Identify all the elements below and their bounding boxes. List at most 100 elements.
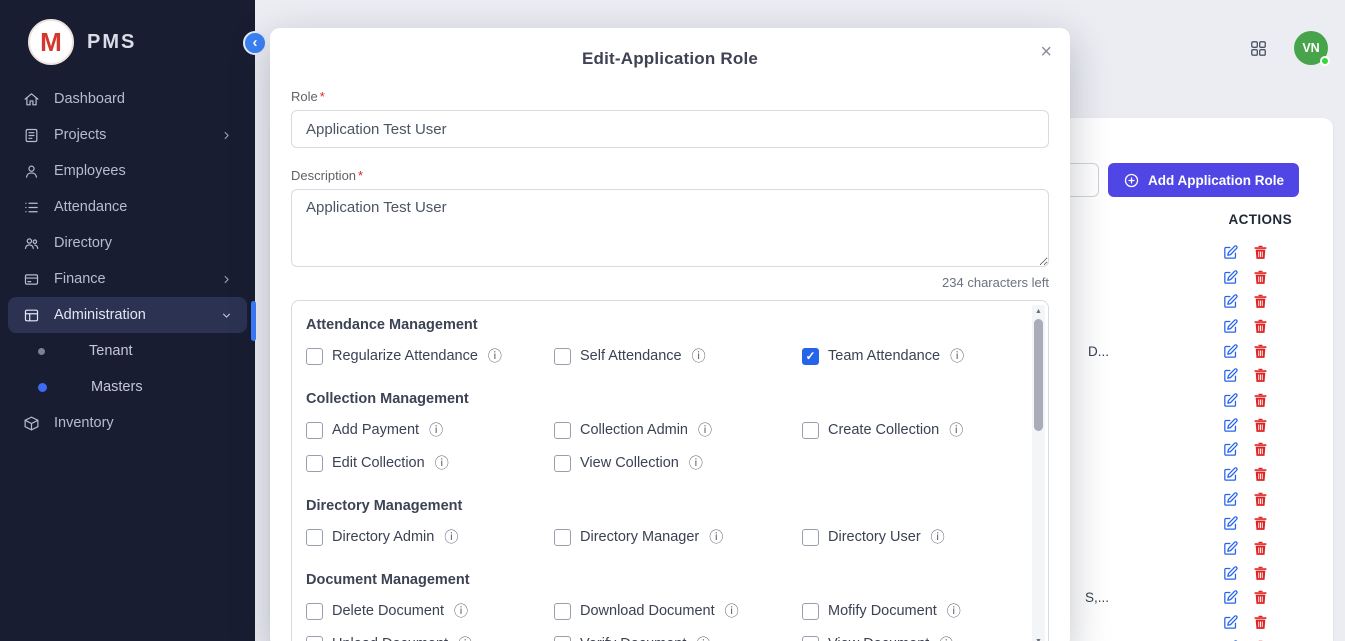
permission-option[interactable]: Mofify Documentⓘ	[802, 601, 1014, 621]
info-icon[interactable]: ⓘ	[488, 346, 502, 366]
close-icon[interactable]: ×	[1040, 42, 1052, 62]
permission-option[interactable]: View Collectionⓘ	[554, 453, 802, 473]
sidebar-subitem-tenant[interactable]: Tenant	[8, 333, 247, 369]
checkbox[interactable]	[554, 636, 571, 641]
apps-grid-icon[interactable]	[1249, 39, 1268, 58]
edit-icon[interactable]	[1222, 367, 1239, 384]
sidebar-item-finance[interactable]: Finance	[8, 261, 247, 297]
checkbox[interactable]: ✓	[802, 348, 819, 365]
delete-icon[interactable]	[1252, 244, 1269, 261]
permission-option[interactable]: Download Documentⓘ	[554, 601, 802, 621]
sidebar-item-employees[interactable]: Employees	[8, 153, 247, 189]
edit-icon[interactable]	[1222, 565, 1239, 582]
delete-icon[interactable]	[1252, 343, 1269, 360]
info-icon[interactable]: ⓘ	[435, 453, 449, 473]
scrollbar-thumb[interactable]	[1034, 319, 1043, 431]
permission-option[interactable]: Directory Userⓘ	[802, 527, 1014, 547]
permission-option[interactable]: Self Attendanceⓘ	[554, 346, 802, 366]
sidebar-collapse-button[interactable]: ‹	[243, 31, 267, 55]
edit-icon[interactable]	[1222, 417, 1239, 434]
checkbox[interactable]	[306, 348, 323, 365]
edit-icon[interactable]	[1222, 466, 1239, 483]
checkbox[interactable]	[802, 529, 819, 546]
scrollbar[interactable]: ▲ ▼	[1032, 305, 1045, 641]
delete-icon[interactable]	[1252, 392, 1269, 409]
info-icon[interactable]: ⓘ	[931, 527, 945, 547]
sidebar-item-inventory[interactable]: Inventory	[8, 405, 247, 441]
delete-icon[interactable]	[1252, 441, 1269, 458]
delete-icon[interactable]	[1252, 515, 1269, 532]
permission-option[interactable]: Create Collectionⓘ	[802, 420, 1014, 440]
user-avatar[interactable]: VN	[1294, 31, 1328, 65]
info-icon[interactable]: ⓘ	[947, 601, 961, 621]
edit-icon[interactable]	[1222, 515, 1239, 532]
permission-option[interactable]: Delete Documentⓘ	[306, 601, 554, 621]
permission-option[interactable]: Verify Documentⓘ	[554, 634, 802, 641]
edit-icon[interactable]	[1222, 589, 1239, 606]
info-icon[interactable]: ⓘ	[939, 634, 953, 641]
sidebar-item-directory[interactable]: Directory	[8, 225, 247, 261]
checkbox[interactable]	[306, 455, 323, 472]
info-icon[interactable]: ⓘ	[725, 601, 739, 621]
permission-option[interactable]: View Documentⓘ	[802, 634, 1014, 641]
delete-icon[interactable]	[1252, 367, 1269, 384]
role-input[interactable]	[291, 110, 1049, 148]
info-icon[interactable]: ⓘ	[696, 634, 710, 641]
checkbox[interactable]	[554, 422, 571, 439]
info-icon[interactable]: ⓘ	[458, 634, 472, 641]
checkbox[interactable]	[554, 603, 571, 620]
sidebar-item-attendance[interactable]: Attendance	[8, 189, 247, 225]
edit-icon[interactable]	[1222, 318, 1239, 335]
info-icon[interactable]: ⓘ	[709, 527, 723, 547]
checkbox[interactable]	[802, 422, 819, 439]
edit-icon[interactable]	[1222, 343, 1239, 360]
edit-icon[interactable]	[1222, 269, 1239, 286]
sidebar-item-administration[interactable]: Administration	[8, 297, 247, 333]
checkbox[interactable]	[306, 636, 323, 641]
edit-icon[interactable]	[1222, 614, 1239, 631]
info-icon[interactable]: ⓘ	[429, 420, 443, 440]
checkbox[interactable]	[306, 529, 323, 546]
info-icon[interactable]: ⓘ	[689, 453, 703, 473]
permission-option[interactable]: Directory Managerⓘ	[554, 527, 802, 547]
info-icon[interactable]: ⓘ	[444, 527, 458, 547]
edit-icon[interactable]	[1222, 491, 1239, 508]
permission-option[interactable]: Collection Adminⓘ	[554, 420, 802, 440]
delete-icon[interactable]	[1252, 318, 1269, 335]
edit-icon[interactable]	[1222, 293, 1239, 310]
sidebar-item-projects[interactable]: Projects	[8, 117, 247, 153]
permission-option[interactable]: Directory Adminⓘ	[306, 527, 554, 547]
checkbox[interactable]	[802, 636, 819, 641]
info-icon[interactable]: ⓘ	[454, 601, 468, 621]
edit-icon[interactable]	[1222, 441, 1239, 458]
scroll-up-arrow[interactable]: ▲	[1032, 305, 1045, 317]
delete-icon[interactable]	[1252, 540, 1269, 557]
delete-icon[interactable]	[1252, 269, 1269, 286]
edit-icon[interactable]	[1222, 540, 1239, 557]
description-textarea[interactable]: Application Test User	[291, 189, 1049, 267]
delete-icon[interactable]	[1252, 466, 1269, 483]
edit-icon[interactable]	[1222, 244, 1239, 261]
permission-option[interactable]: Add Paymentⓘ	[306, 420, 554, 440]
delete-icon[interactable]	[1252, 417, 1269, 434]
checkbox[interactable]	[554, 529, 571, 546]
permission-option[interactable]: Upload Documentⓘ	[306, 634, 554, 641]
info-icon[interactable]: ⓘ	[950, 346, 964, 366]
add-application-role-button[interactable]: Add Application Role	[1108, 163, 1299, 197]
checkbox[interactable]	[306, 603, 323, 620]
checkbox[interactable]	[554, 455, 571, 472]
info-icon[interactable]: ⓘ	[692, 346, 706, 366]
checkbox[interactable]	[306, 422, 323, 439]
delete-icon[interactable]	[1252, 565, 1269, 582]
edit-icon[interactable]	[1222, 392, 1239, 409]
permission-option[interactable]: ✓Team Attendanceⓘ	[802, 346, 1014, 366]
info-icon[interactable]: ⓘ	[698, 420, 712, 440]
delete-icon[interactable]	[1252, 589, 1269, 606]
sidebar-subitem-masters[interactable]: Masters	[8, 369, 247, 405]
scroll-down-arrow[interactable]: ▼	[1032, 635, 1045, 641]
delete-icon[interactable]	[1252, 293, 1269, 310]
checkbox[interactable]	[554, 348, 571, 365]
delete-icon[interactable]	[1252, 491, 1269, 508]
checkbox[interactable]	[802, 603, 819, 620]
permission-option[interactable]: Edit Collectionⓘ	[306, 453, 554, 473]
